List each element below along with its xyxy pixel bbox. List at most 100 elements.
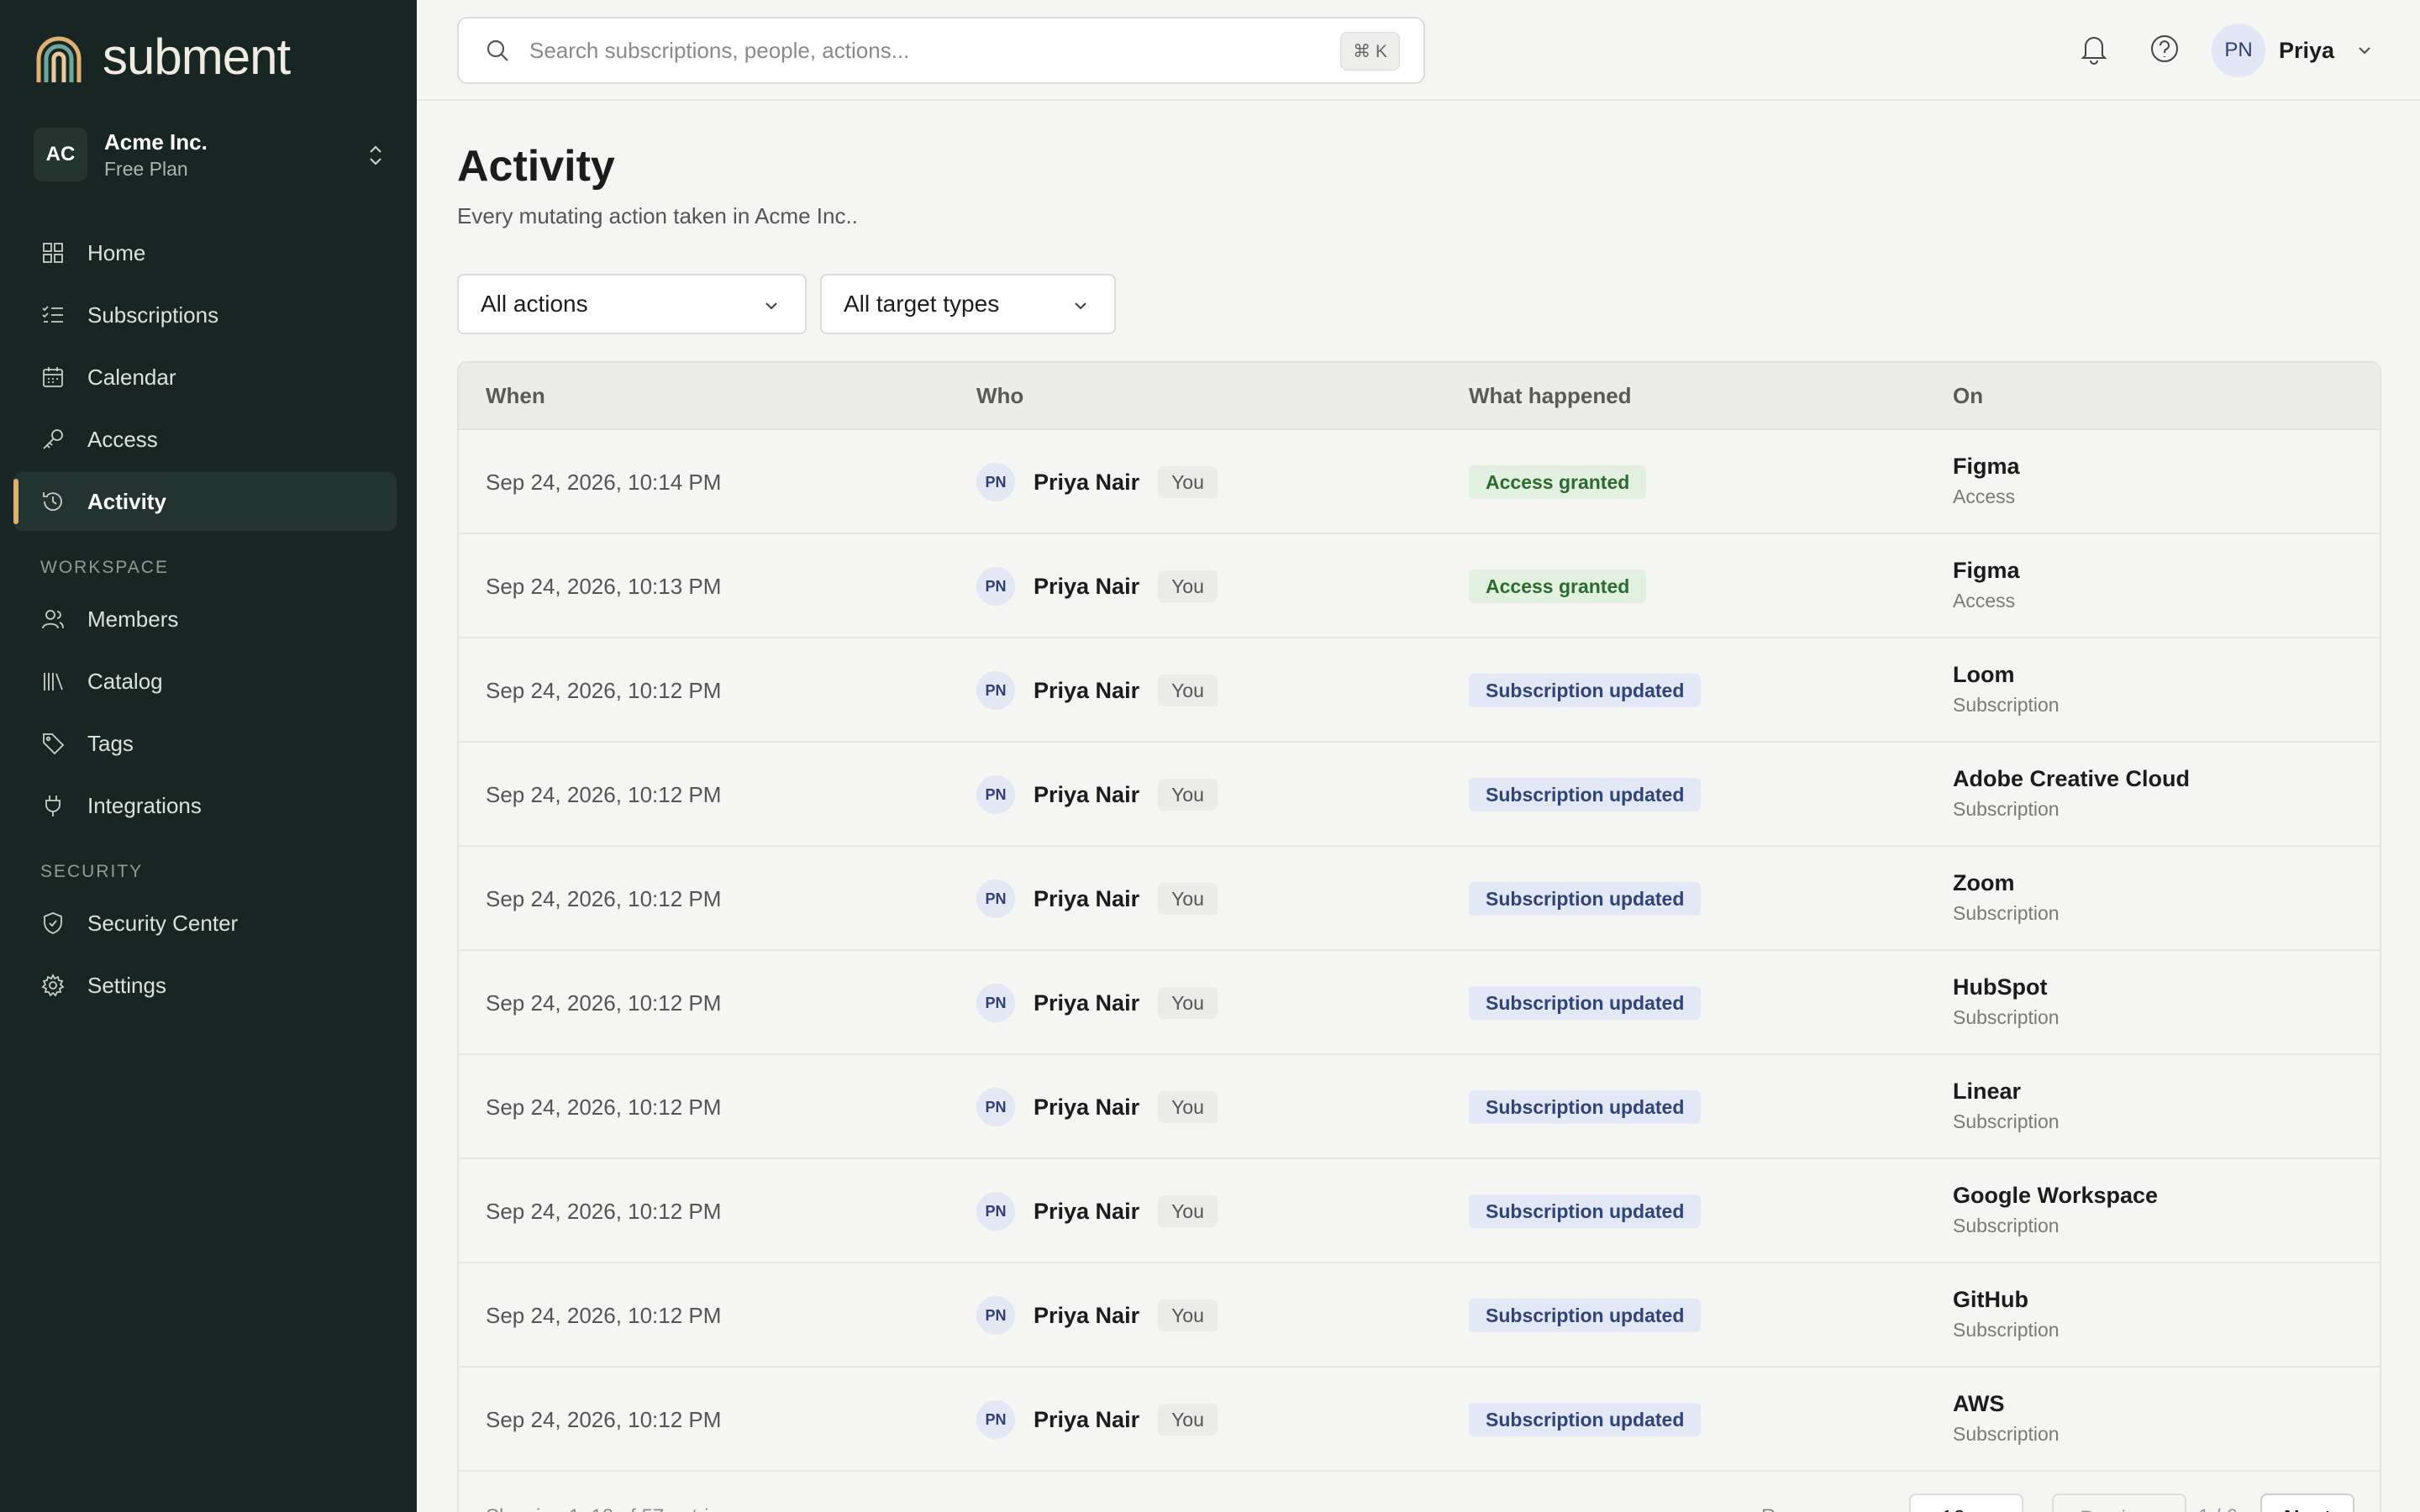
column-header-on[interactable]: On [1953,383,1983,409]
org-avatar: AC [34,128,87,181]
target-type: Subscription [1953,798,2060,820]
previous-page-button[interactable]: Previous [2052,1494,2186,1512]
actor-name[interactable]: Priya Nair [1034,574,1139,600]
table-row[interactable]: Sep 24, 2026, 10:12 PM PN Priya Nair You Sub… [459,951,2380,1055]
action-badge: Subscription updated [1469,1299,1702,1332]
cell-on: Google Workspace Subscription [1953,1179,2158,1240]
target-name[interactable]: HubSpot [1953,971,2060,1003]
table-row[interactable]: Sep 24, 2026, 10:14 PM PN Priya Nair You Acc… [459,430,2380,534]
cell-who: PN Priya Nair You [976,1368,1218,1472]
library-icon [44,673,63,690]
cell-when: Sep 24, 2026, 10:12 PM [486,1302,722,1328]
target-name[interactable]: Figma [1953,450,2020,482]
next-page-button[interactable]: Next [2260,1494,2354,1512]
sidebar-item-catalog[interactable]: Catalog [13,652,397,711]
table-row[interactable]: Sep 24, 2026, 10:13 PM PN Priya Nair You Acc… [459,534,2380,638]
actor-name[interactable]: Priya Nair [1034,990,1139,1016]
logo-arch-icon [36,36,82,82]
sidebar-item-subscriptions[interactable]: Subscriptions [13,286,397,344]
sidebar-item-home[interactable]: Home [13,223,397,282]
cell-when: Sep 24, 2026, 10:12 PM [486,1094,722,1120]
table-row[interactable]: Sep 24, 2026, 10:12 PM PN Priya Nair You Sub… [459,1055,2380,1159]
target-type: Access [1953,486,2016,507]
target-types-filter-select[interactable]: All target types [820,274,1116,334]
column-header-when[interactable]: When [486,383,545,409]
topbar: ⌘ K PN Priya [417,0,2420,101]
action-badge: Subscription updated [1469,1194,1702,1228]
actor-name[interactable]: Priya Nair [1034,1095,1139,1121]
avatar: PN [976,1400,1015,1439]
target-name[interactable]: Zoom [1953,867,2060,899]
sidebar-item-label: Catalog [87,668,163,694]
rows-per-page-label: Rows per page [1761,1505,1897,1512]
table-row[interactable]: Sep 24, 2026, 10:12 PM PN Priya Nair You Sub… [459,847,2380,951]
table-row[interactable]: Sep 24, 2026, 10:12 PM PN Priya Nair You Sub… [459,743,2380,847]
table-row[interactable]: Sep 24, 2026, 10:12 PM PN Priya Nair You Sub… [459,638,2380,743]
cell-on: GitHub Subscription [1953,1284,2060,1344]
sidebar-item-integrations[interactable]: Integrations [13,776,397,835]
actions-filter-select[interactable]: All actions [457,274,807,334]
notifications-button[interactable] [2075,30,2112,67]
search-box[interactable]: ⌘ K [457,17,1425,84]
org-switcher[interactable]: AC Acme Inc. Free Plan [34,124,387,185]
actor-name[interactable]: Priya Nair [1034,1303,1139,1329]
target-name[interactable]: Loom [1953,659,2060,690]
help-button[interactable] [2146,30,2183,67]
actor-name[interactable]: Priya Nair [1034,782,1139,808]
cell-when: Sep 24, 2026, 10:12 PM [486,990,722,1016]
sidebar-item-security-center[interactable]: Security Center [13,894,397,953]
actor-name[interactable]: Priya Nair [1034,470,1139,496]
sidebar-item-label: Integrations [87,792,202,818]
actor-name[interactable]: Priya Nair [1034,678,1139,704]
cell-on: Figma Access [1953,554,2020,615]
cell-on: Loom Subscription [1953,659,2060,719]
target-name[interactable]: Google Workspace [1953,1179,2158,1211]
sidebar-item-activity[interactable]: Activity [13,472,397,531]
target-type: Subscription [1953,1110,2060,1132]
avatar: PN [976,984,1015,1022]
target-name[interactable]: Linear [1953,1075,2060,1107]
cell-what-happened: Access granted [1469,534,1647,638]
action-badge: Access granted [1469,570,1647,603]
column-header-who[interactable]: Who [976,383,1023,409]
cell-when: Sep 24, 2026, 10:12 PM [486,885,722,911]
cell-who: PN Priya Nair You [976,1159,1218,1263]
sidebar-item-label: Access [87,426,158,452]
tag-icon [43,733,65,755]
user-menu[interactable]: PN Priya [2212,24,2375,77]
sidebar-item-calendar[interactable]: Calendar [13,348,397,407]
column-header-what-happened[interactable]: What happened [1469,383,1632,409]
sidebar-item-settings[interactable]: Settings [13,956,397,1015]
avatar: PN [976,671,1015,710]
table-row[interactable]: Sep 24, 2026, 10:12 PM PN Priya Nair You Sub… [459,1159,2380,1263]
sidebar-item-label: Home [87,239,146,265]
logo[interactable]: subment [34,30,291,84]
table-row[interactable]: Sep 24, 2026, 10:12 PM PN Priya Nair You Sub… [459,1263,2380,1368]
actor-name[interactable]: Priya Nair [1034,886,1139,912]
rows-per-page-select[interactable]: 10 [1909,1494,2023,1512]
sidebar-item-label: Calendar [87,364,176,390]
cell-who: PN Priya Nair You [976,951,1218,1055]
sidebar-item-members[interactable]: Members [13,590,397,648]
action-badge: Subscription updated [1469,986,1702,1020]
target-name[interactable]: Figma [1953,554,2020,586]
search-input[interactable] [529,37,1286,64]
target-name[interactable]: AWS [1953,1388,2060,1420]
cell-on: AWS Subscription [1953,1388,2060,1448]
calendar-icon [43,367,63,387]
page-subtitle: Every mutating action taken in Acme Inc.… [457,203,858,228]
target-name[interactable]: GitHub [1953,1284,2060,1315]
chevron-up-down-icon [370,145,381,165]
chevron-down-icon [2359,47,2370,55]
target-name[interactable]: Adobe Creative Cloud [1953,763,2190,795]
actor-name[interactable]: Priya Nair [1034,1199,1139,1225]
avatar: PN [976,1088,1015,1126]
table-row[interactable]: Sep 24, 2026, 10:12 PM PN Priya Nair You Sub… [459,1368,2380,1472]
cell-who: PN Priya Nair You [976,1055,1218,1159]
sidebar-item-tags[interactable]: Tags [13,714,397,773]
cell-what-happened: Subscription updated [1469,743,1702,847]
sidebar-item-access[interactable]: Access [13,410,397,469]
org-plan: Free Plan [104,158,188,180]
actor-name[interactable]: Priya Nair [1034,1407,1139,1433]
cell-who: PN Priya Nair You [976,743,1218,847]
